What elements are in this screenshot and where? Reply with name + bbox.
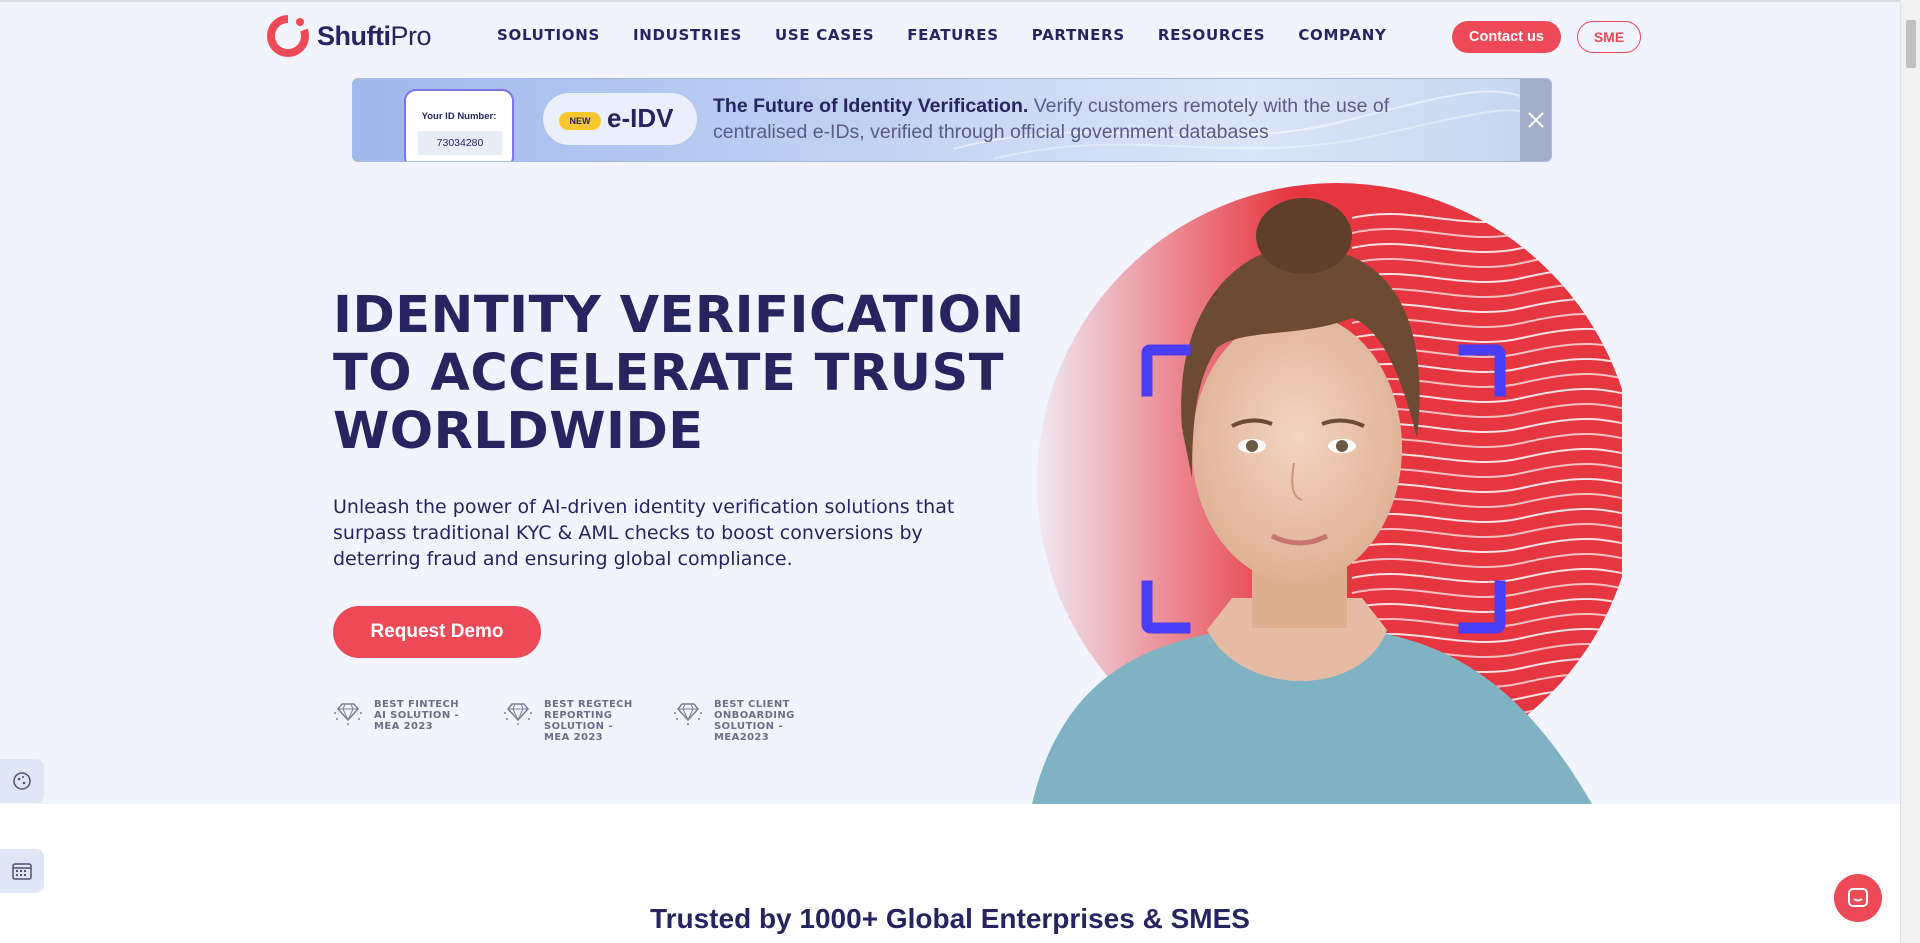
nav-item-partners[interactable]: PARTNERS xyxy=(1032,26,1125,44)
nav-item-industries[interactable]: INDUSTRIES xyxy=(633,26,742,44)
id-card-number: 73034280 xyxy=(418,131,502,155)
award-text-line: MEA2023 xyxy=(714,732,770,743)
eidv-product-pill: NEW e-IDV xyxy=(543,93,697,145)
scrollbar-thumb[interactable] xyxy=(1906,20,1916,68)
nav-item-company[interactable]: COMPANY xyxy=(1298,26,1386,44)
cookie-icon xyxy=(13,772,31,790)
award-item: BEST REGTECH REPORTING SOLUTION - MEA 2023 xyxy=(503,699,673,743)
hero-title-line: TO ACCELERATE TRUST xyxy=(333,344,1005,403)
nav-item-solutions[interactable]: SOLUTIONS xyxy=(497,26,600,44)
award-text-line: BEST FINTECH xyxy=(374,699,460,710)
logo-text: ShuftiPro xyxy=(317,20,432,51)
award-item: BEST CLIENT ONBOARDING SOLUTION - MEA2023 xyxy=(673,699,843,743)
request-demo-button[interactable]: Request Demo xyxy=(333,606,541,658)
logo-mark-icon xyxy=(267,14,309,57)
chat-launcher-button[interactable] xyxy=(1834,874,1882,922)
eidv-product-name: e-IDV xyxy=(607,103,674,133)
award-text-line: SOLUTION - xyxy=(544,721,613,732)
logo[interactable]: ShuftiPro xyxy=(266,11,432,61)
hero-title-line: WORLDWIDE xyxy=(333,402,704,461)
hero-subtitle: Unleash the power of AI-driven identity … xyxy=(333,496,955,570)
award-text: BEST CLIENT ONBOARDING SOLUTION - MEA2023 xyxy=(714,699,824,743)
cookie-settings-tab[interactable] xyxy=(0,759,44,803)
hero-title-line: IDENTITY VERIFICATION xyxy=(333,286,1025,345)
chat-icon xyxy=(1848,888,1868,907)
nav-item-features[interactable]: FEATURES xyxy=(907,26,999,44)
hero-title: IDENTITY VERIFICATION TO ACCELERATE TRUS… xyxy=(333,287,1025,461)
award-text-line: BEST CLIENT xyxy=(714,699,790,710)
award-text-line: MEA 2023 xyxy=(544,732,604,743)
banner-message: The Future of Identity Verification. Ver… xyxy=(713,93,1473,145)
hero-illustration xyxy=(1022,178,1622,804)
sme-button[interactable]: SME xyxy=(1577,21,1641,53)
trusted-heading: Trusted by 1000+ Global Enterprises & SM… xyxy=(650,903,1250,934)
awards-list: BEST FINTECH AI SOLUTION - MEA 2023 BEST RE… xyxy=(333,699,843,743)
nav-item-resources[interactable]: RESOURCES xyxy=(1158,26,1265,44)
diamond-award-icon xyxy=(334,703,362,725)
site-header: ShuftiPro SOLUTIONS INDUSTRIES USE CASES FE… xyxy=(0,2,1900,68)
award-text-line: BEST REGTECH xyxy=(544,699,633,710)
hero-section xyxy=(0,170,1920,804)
id-card-label: Your ID Number: xyxy=(421,111,497,122)
award-text-line: ONBOARDING xyxy=(714,710,795,721)
page-scrollbar[interactable] xyxy=(1900,0,1920,943)
award-text-line: REPORTING xyxy=(544,710,613,721)
award-item: BEST FINTECH AI SOLUTION - MEA 2023 xyxy=(333,699,503,743)
close-icon[interactable] xyxy=(1520,79,1551,161)
contact-us-button[interactable]: Contact us xyxy=(1452,21,1561,53)
new-badge: NEW xyxy=(559,112,601,130)
diamond-award-icon xyxy=(504,703,532,725)
calendar-tab[interactable] xyxy=(0,849,44,893)
award-text: BEST REGTECH REPORTING SOLUTION - MEA 2023 xyxy=(544,699,654,743)
award-text: BEST FINTECH AI SOLUTION - MEA 2023 xyxy=(374,699,484,743)
calendar-icon xyxy=(12,863,32,880)
diamond-award-icon xyxy=(674,703,702,725)
banner-headline: The Future of Identity Verification. xyxy=(713,95,1029,117)
award-text-line: MEA 2023 xyxy=(374,721,434,732)
award-text-line: AI SOLUTION - xyxy=(374,710,460,721)
main-nav: SOLUTIONS INDUSTRIES USE CASES FEATURES PART… xyxy=(497,26,1420,44)
award-text-line: SOLUTION - xyxy=(714,721,783,732)
nav-item-use-cases[interactable]: USE CASES xyxy=(775,26,874,44)
id-card-graphic: Your ID Number: 73034280 xyxy=(404,89,514,161)
eidv-promo-banner[interactable]: Your ID Number: 73034280 NEW e-IDV The F… xyxy=(352,78,1552,162)
